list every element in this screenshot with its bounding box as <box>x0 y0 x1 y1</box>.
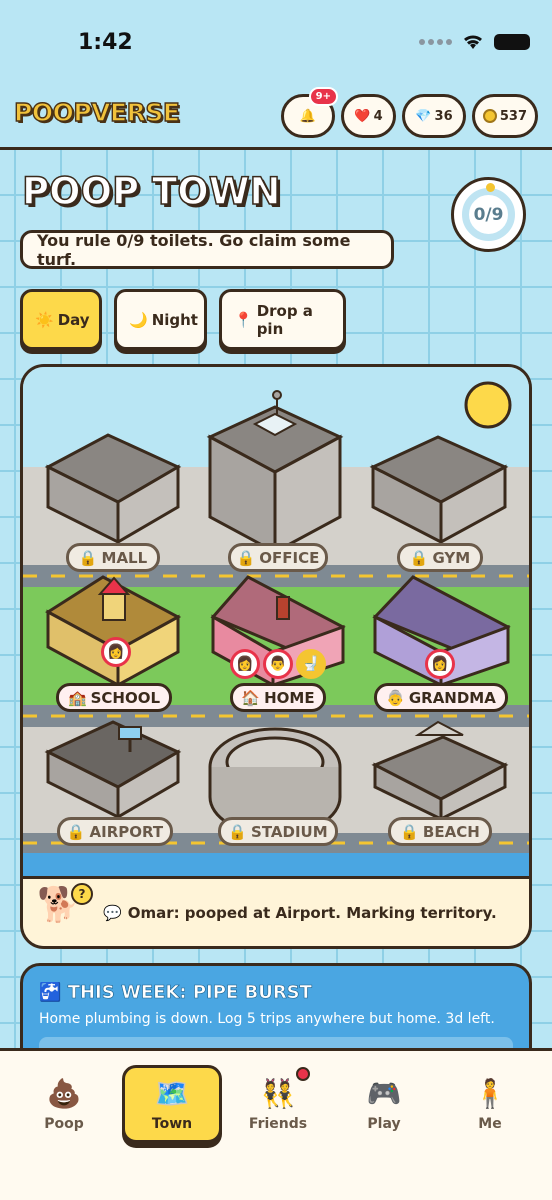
status-bar: 1:42 <box>0 0 552 92</box>
tab-label: Play <box>367 1115 401 1132</box>
feed-message: Omar: pooped at Airport. Marking territo… <box>127 903 497 922</box>
status-time: 1:42 <box>78 30 133 55</box>
friends-icon: 👯 <box>260 1076 296 1110</box>
gems-value: 36 <box>434 108 453 124</box>
location-label: MALL <box>101 548 148 567</box>
battery-icon <box>494 34 530 50</box>
gamepad-icon: 🎮 <box>366 1076 402 1110</box>
location-home[interactable]: 🏠 HOME <box>230 683 326 712</box>
town-map[interactable]: 🔒 MALL 🔒 OFFICE 🔒 GYM 👩 👩 👨 🚽 👩 🏫 SCHOOL… <box>20 364 532 949</box>
tab-label: Poop <box>44 1115 84 1132</box>
currency-pills: 🔔 9+ ❤️ 4 💎 36 537 <box>281 87 538 138</box>
lock-icon: 🔒 <box>236 548 256 567</box>
app-header: POOPVERSE 🔔 9+ ❤️ 4 💎 36 537 <box>0 87 552 150</box>
school-icon: 🏫 <box>67 688 87 707</box>
speech-bubble-icon: 💬 <box>103 903 122 922</box>
friend-avatar[interactable]: 👩 <box>230 649 260 679</box>
grandma-icon: 👵 <box>386 688 405 707</box>
location-label: SCHOOL <box>90 688 161 707</box>
gems-counter[interactable]: 💎 36 <box>402 94 466 138</box>
status-icons <box>419 34 530 50</box>
night-mode-button[interactable]: 🌙 Night <box>114 289 207 350</box>
location-label: GRANDMA <box>408 688 496 707</box>
signal-icon <box>419 39 452 45</box>
poop-icon: 💩 <box>46 1076 82 1110</box>
question-icon: ? <box>71 883 93 905</box>
bell-icon: 🔔 <box>299 108 317 124</box>
home-icon: 🏠 <box>241 688 261 707</box>
location-school[interactable]: 🏫 SCHOOL <box>56 683 172 712</box>
tab-play[interactable]: 🎮 Play <box>334 1065 434 1143</box>
location-label: AIRPORT <box>89 822 164 841</box>
day-mode-button[interactable]: ☀️ Day <box>20 289 102 350</box>
location-label: BEACH <box>422 822 480 841</box>
page-title: POOP TOWN <box>21 169 281 214</box>
tab-label: Town <box>151 1115 193 1132</box>
moon-icon: 🌙 <box>129 310 148 329</box>
location-stadium[interactable]: 🔒 STADIUM <box>218 817 338 846</box>
tab-label: Friends <box>248 1115 308 1132</box>
location-label: STADIUM <box>251 822 328 841</box>
drop-pin-label: Drop a pin <box>256 301 313 338</box>
location-label: OFFICE <box>259 548 320 567</box>
coins-value: 537 <box>499 108 527 124</box>
friend-avatar[interactable]: 👩 <box>101 637 131 667</box>
lock-icon: 🔒 <box>78 548 98 567</box>
coins-counter[interactable]: 537 <box>472 94 538 138</box>
notifications-button[interactable]: 🔔 9+ <box>281 87 338 138</box>
location-office[interactable]: 🔒 OFFICE <box>228 543 328 572</box>
profile-icon: 🧍 <box>472 1076 508 1110</box>
lock-icon: 🔒 <box>409 548 429 567</box>
event-title-text: THIS WEEK: PIPE BURST <box>67 982 312 1004</box>
location-grandma[interactable]: 👵 GRANDMA <box>374 683 508 712</box>
lock-icon: 🔒 <box>66 822 86 841</box>
gem-icon: 💎 <box>415 108 432 124</box>
heart-icon: ❤️ <box>354 108 371 124</box>
map-icon: 🗺️ <box>154 1076 190 1110</box>
toilet-avatar[interactable]: 🚽 <box>296 649 326 679</box>
location-label: GYM <box>432 548 471 567</box>
location-gym[interactable]: 🔒 GYM <box>397 543 483 572</box>
friend-avatar[interactable]: 👨 <box>263 649 293 679</box>
wifi-icon <box>464 35 482 49</box>
tab-poop[interactable]: 💩 Poop <box>14 1065 114 1143</box>
friend-avatar[interactable]: 👩 <box>425 649 455 679</box>
tab-me[interactable]: 🧍 Me <box>440 1065 540 1143</box>
event-title: 🚰 THIS WEEK: PIPE BURST <box>39 982 513 1004</box>
day-mode-label: Day <box>57 310 90 329</box>
notification-dot <box>296 1067 310 1081</box>
faucet-icon: 🚰 <box>39 982 62 1004</box>
tab-label: Me <box>478 1115 502 1132</box>
progress-value: 0/9 <box>462 188 515 241</box>
bottom-tab-bar: 💩 Poop 🗺️ Town 👯 Friends 🎮 Play 🧍 Me <box>0 1048 552 1200</box>
territory-progress: 0/9 <box>451 177 526 252</box>
event-description: Home plumbing is down. Log 5 trips anywh… <box>39 1011 495 1027</box>
hearts-value: 4 <box>373 108 383 124</box>
app-logo: POOPVERSE <box>13 97 180 127</box>
night-mode-label: Night <box>151 310 198 329</box>
pin-icon: 📍 <box>234 310 253 329</box>
sun-icon <box>464 381 512 429</box>
territory-summary: You rule 0/9 toilets. Go claim some turf… <box>20 230 394 269</box>
location-mall[interactable]: 🔒 MALL <box>66 543 160 572</box>
drop-pin-button[interactable]: 📍 Drop a pin <box>219 289 346 350</box>
notification-badge: 9+ <box>308 87 338 106</box>
sun-icon: ☀️ <box>35 310 54 329</box>
tab-town[interactable]: 🗺️ Town <box>122 1065 222 1143</box>
location-beach[interactable]: 🔒 BEACH <box>388 817 492 846</box>
lock-icon: 🔒 <box>400 822 419 841</box>
hearts-counter[interactable]: ❤️ 4 <box>341 94 396 138</box>
location-label: HOME <box>264 688 315 707</box>
coin-icon <box>483 109 497 123</box>
lock-icon: 🔒 <box>228 822 248 841</box>
location-airport[interactable]: 🔒 AIRPORT <box>57 817 173 846</box>
mode-selector: ☀️ Day 🌙 Night 📍 Drop a pin <box>20 289 346 350</box>
tab-friends[interactable]: 👯 Friends <box>228 1065 328 1143</box>
activity-feed[interactable]: 🐕 ? 💬 Omar: pooped at Airport. Marking t… <box>23 876 529 946</box>
progress-dot <box>486 183 495 192</box>
